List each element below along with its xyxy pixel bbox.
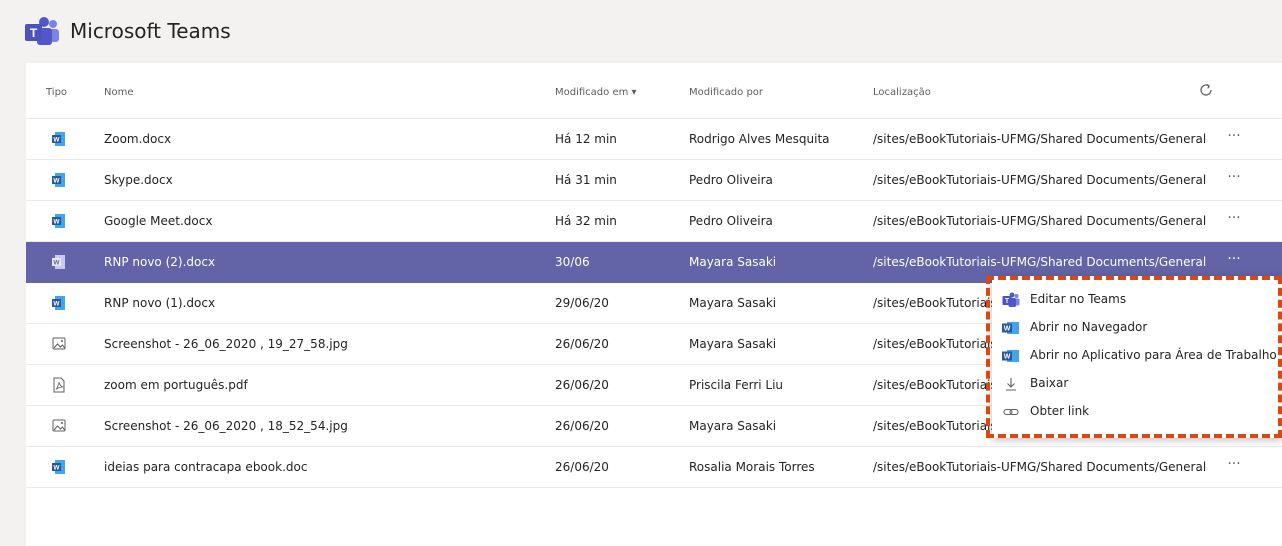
file-location: /sites/eBookTutoriais-UFMG/Shared Docume… — [873, 132, 1207, 146]
file-row[interactable]: W Google Meet.docx Há 32 min Pedro Oliveira… — [26, 201, 1282, 242]
more-options-button[interactable]: ··· — [1220, 168, 1248, 192]
file-modified: Há 12 min — [555, 132, 617, 146]
refresh-icon[interactable] — [1197, 81, 1215, 99]
image-file-icon — [52, 336, 66, 352]
file-name[interactable]: Skype.docx — [104, 173, 173, 187]
svg-text:W: W — [53, 219, 60, 226]
pdf-file-icon — [52, 377, 66, 393]
svg-text:W: W — [53, 137, 60, 144]
file-modified: 26/06/20 — [555, 378, 609, 392]
word-file-icon: W — [52, 295, 66, 311]
word-file-icon: W — [52, 459, 66, 475]
word-file-icon: W — [52, 172, 66, 188]
file-name[interactable]: ideias para contracapa ebook.doc — [104, 460, 307, 474]
file-location: /sites/eBookTutoriais-UFMG/Shared Docume… — [873, 460, 1207, 474]
file-modified: 29/06/20 — [555, 296, 609, 310]
column-header-modified-by[interactable]: Modificado por — [689, 87, 763, 98]
file-name[interactable]: Google Meet.docx — [104, 214, 212, 228]
teams-logo-icon: T — [25, 17, 59, 45]
column-header-row: Tipo Nome Modificado em ▾ Modificado por… — [26, 63, 1282, 119]
file-name[interactable]: Screenshot - 26_06_2020 , 18_52_54.jpg — [104, 419, 348, 433]
file-modified: Há 31 min — [555, 173, 617, 187]
file-modified-by: Mayara Sasaki — [689, 419, 777, 433]
file-modified-by: Mayara Sasaki — [689, 337, 777, 351]
app-header: T Microsoft Teams — [0, 0, 1282, 62]
file-row[interactable]: W Skype.docx Há 31 min Pedro Oliveira/sites… — [26, 160, 1282, 201]
image-file-icon — [52, 418, 66, 434]
file-modified-by: Mayara Sasaki — [689, 296, 777, 310]
more-options-button[interactable]: ··· — [1220, 250, 1248, 274]
file-location: /sites/eBookTutoriais-UFMG/Shared Docume… — [873, 214, 1207, 228]
column-header-location[interactable]: Localização — [873, 87, 931, 98]
file-modified-by: Rodrigo Alves Mesquita — [689, 132, 830, 146]
file-modified: 26/06/20 — [555, 419, 609, 433]
more-options-button[interactable]: ··· — [1220, 209, 1248, 233]
word-file-icon: W — [52, 131, 66, 147]
file-name[interactable]: RNP novo (1).docx — [104, 296, 215, 310]
column-header-name[interactable]: Nome — [104, 87, 134, 98]
file-name[interactable]: Zoom.docx — [104, 132, 171, 146]
file-name[interactable]: Screenshot - 26_06_2020 , 19_27_58.jpg — [104, 337, 348, 351]
file-name[interactable]: RNP novo (2).docx — [104, 255, 215, 269]
file-modified: Há 32 min — [555, 214, 617, 228]
word-file-icon: W — [52, 254, 66, 270]
app-title: Microsoft Teams — [70, 19, 231, 43]
file-modified-by: Pedro Oliveira — [689, 214, 773, 228]
file-row[interactable]: Wideias para contracapa ebook.doc 26/06/2… — [26, 447, 1282, 488]
file-name[interactable]: zoom em português.pdf — [104, 378, 248, 392]
file-modified-by: Pedro Oliveira — [689, 173, 773, 187]
svg-text:W: W — [53, 260, 60, 267]
column-header-type[interactable]: Tipo — [46, 87, 67, 98]
word-file-icon: W — [52, 213, 66, 229]
more-options-button[interactable]: ··· — [1220, 455, 1248, 479]
file-modified: 26/06/20 — [555, 460, 609, 474]
file-modified: 26/06/20 — [555, 337, 609, 351]
file-location: /sites/eBookTutoriais-UFMG/Shared Docume… — [873, 255, 1207, 269]
file-modified-by: Mayara Sasaki — [689, 255, 777, 269]
highlight-dashed-border — [986, 276, 1282, 438]
more-options-button[interactable]: ··· — [1220, 127, 1248, 151]
column-header-modified[interactable]: Modificado em ▾ — [555, 87, 637, 98]
svg-text:W: W — [53, 178, 60, 185]
svg-text:T: T — [30, 26, 38, 40]
svg-text:W: W — [53, 465, 60, 472]
svg-text:W: W — [53, 301, 60, 308]
file-modified: 30/06 — [555, 255, 590, 269]
file-modified-by: Rosalia Morais Torres — [689, 460, 815, 474]
file-row[interactable]: W Zoom.docx Há 12 min Rodrigo Alves Mesquit… — [26, 119, 1282, 160]
file-location: /sites/eBookTutoriais-UFMG/Shared Docume… — [873, 173, 1207, 187]
file-modified-by: Priscila Ferri Liu — [689, 378, 784, 392]
